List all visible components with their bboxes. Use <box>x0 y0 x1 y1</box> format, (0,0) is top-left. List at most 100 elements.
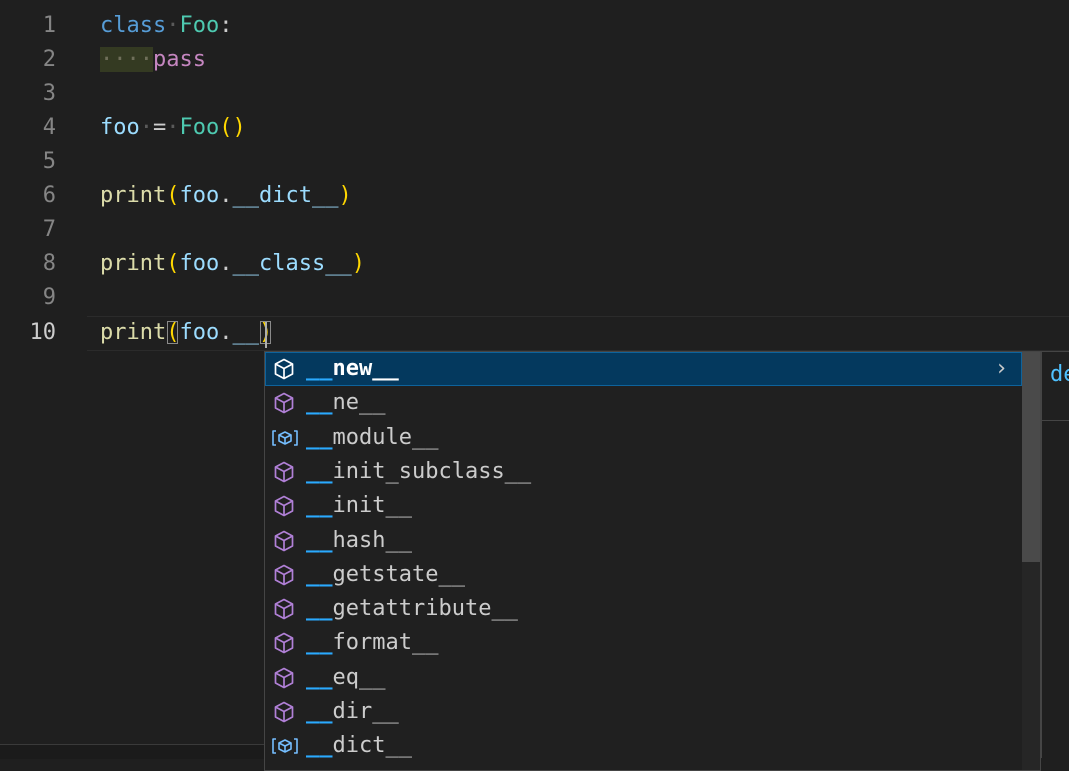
method-cube-icon <box>271 494 297 518</box>
match-highlight: __ <box>306 561 333 587</box>
suggest-item-label: __format__ <box>306 626 438 660</box>
panel-edge <box>0 744 264 759</box>
suggest-item[interactable]: __format__ <box>265 626 1022 660</box>
match-highlight: __ <box>306 493 333 519</box>
code-line-8[interactable]: 8 print(foo.__class__) <box>0 247 1069 281</box>
close-paren: ) <box>351 251 365 276</box>
equals-operator: = <box>153 115 167 140</box>
suggest-item-rest: getstate__ <box>332 561 465 587</box>
suggest-item-label: __dict__ <box>306 729 412 763</box>
method-cube-icon <box>271 631 297 655</box>
code-line-4[interactable]: 4 foo·=·Foo() <box>0 111 1069 145</box>
variable-icon <box>271 426 298 450</box>
variable-foo: foo <box>179 251 220 276</box>
suggest-item[interactable]: __getattribute__ <box>265 592 1022 626</box>
open-paren: ( <box>166 251 180 276</box>
code-line-1[interactable]: 1 class·Foo: <box>0 9 1069 43</box>
match-highlight: __ <box>306 458 333 484</box>
open-paren: ( <box>219 115 233 140</box>
line-number: 3 <box>42 81 56 106</box>
suggest-item-label: __module__ <box>306 421 438 455</box>
code-line-7[interactable]: 7 <box>0 213 1069 247</box>
match-highlight: __ <box>306 390 333 416</box>
dot: . <box>219 320 233 345</box>
suggest-item-rest: getattribute__ <box>332 596 518 622</box>
keyword-class: class <box>100 13 167 38</box>
attribute-class: __class__ <box>232 251 352 276</box>
match-highlight: __ <box>306 527 333 553</box>
line-number: 7 <box>42 217 56 242</box>
match-highlight: __ <box>306 596 333 622</box>
method-cube-icon <box>271 529 297 553</box>
close-paren: ) <box>232 115 246 140</box>
suggest-item[interactable]: __getstate__ <box>265 558 1022 592</box>
variable-foo: foo <box>179 320 220 345</box>
line-number: 6 <box>42 183 56 208</box>
suggest-item-rest: module__ <box>332 424 439 450</box>
suggest-item-rest: dir__ <box>332 699 399 724</box>
method-cube-icon <box>271 563 297 587</box>
keyword-pass: pass <box>152 47 206 72</box>
suggest-item-rest: hash__ <box>332 527 412 553</box>
chevron-right-icon[interactable]: › <box>995 352 1008 386</box>
suggest-item-rest: dict__ <box>332 733 412 759</box>
suggest-item[interactable]: __hash__ <box>265 524 1022 558</box>
line-number: 5 <box>42 149 56 174</box>
code-line-3[interactable]: 3 <box>0 77 1069 111</box>
autocomplete-suggest-widget[interactable]: __new__ › __ne__ __module__ __init_subclass_… <box>264 351 1041 771</box>
code-line-9[interactable]: 9 <box>0 281 1069 315</box>
suggest-item-rest: eq__ <box>332 664 386 690</box>
details-text: de <box>1050 362 1069 387</box>
suggest-item[interactable]: __new__ › <box>265 352 1022 386</box>
suggest-item-label: __eq__ <box>306 661 385 695</box>
match-highlight: __ <box>306 630 333 656</box>
code-line-2[interactable]: 2 ····pass <box>0 43 1069 77</box>
variable-foo: foo <box>179 183 220 208</box>
suggest-item[interactable]: __init__ <box>265 489 1022 523</box>
suggest-item[interactable]: __ne__ <box>265 386 1022 420</box>
method-cube-icon <box>271 700 297 724</box>
suggest-item-label: __init_subclass__ <box>306 455 531 489</box>
suggest-item-label: __hash__ <box>306 524 412 558</box>
suggest-item-label: __getattribute__ <box>306 592 518 626</box>
code-line-6[interactable]: 6 print(foo.__dict__) <box>0 179 1069 213</box>
colon: : <box>219 13 233 38</box>
open-paren: ( <box>166 183 180 208</box>
function-print: print <box>100 251 167 276</box>
dot: . <box>219 251 233 276</box>
code-line-10[interactable]: 10 print(foo.__) <box>0 316 1069 350</box>
suggest-item[interactable]: __dict__ <box>265 729 1022 763</box>
match-highlight: __ <box>306 424 333 450</box>
match-highlight: __ <box>306 733 333 759</box>
line-number: 2 <box>42 47 56 72</box>
suggest-scrollbar-thumb[interactable] <box>1022 352 1040 562</box>
text-cursor <box>265 322 267 348</box>
suggest-item-label: __dir__ <box>306 695 399 729</box>
suggest-item[interactable]: __module__ <box>265 421 1022 455</box>
suggest-item[interactable]: __init_subclass__ <box>265 455 1022 489</box>
function-print: print <box>100 320 167 345</box>
suggest-item-label: __init__ <box>306 489 412 523</box>
class-name: Foo <box>179 13 220 38</box>
dot: . <box>219 183 233 208</box>
open-paren: ( <box>166 320 180 345</box>
line-number: 1 <box>42 13 56 38</box>
code-line-5[interactable]: 5 <box>0 145 1069 179</box>
attribute-dict: __dict__ <box>232 183 339 208</box>
suggest-item-label: __ne__ <box>306 386 385 420</box>
suggest-item[interactable]: __eq__ <box>265 661 1022 695</box>
method-cube-icon <box>271 357 297 381</box>
suggest-item-rest: format__ <box>332 630 439 656</box>
suggest-item-rest: init_subclass__ <box>332 458 532 484</box>
match-highlight: __ <box>306 699 333 724</box>
line-number: 10 <box>29 320 57 345</box>
whitespace-dot: · <box>166 115 180 140</box>
details-pane-body <box>1041 421 1069 758</box>
suggest-item[interactable]: __dir__ <box>265 695 1022 729</box>
class-name: Foo <box>179 115 220 140</box>
whitespace-dot: · <box>166 13 180 38</box>
suggest-item-rest: new__ <box>332 356 399 381</box>
suggest-item-label: __getstate__ <box>306 558 465 592</box>
function-print: print <box>100 183 167 208</box>
typed-text: __ <box>232 320 259 345</box>
